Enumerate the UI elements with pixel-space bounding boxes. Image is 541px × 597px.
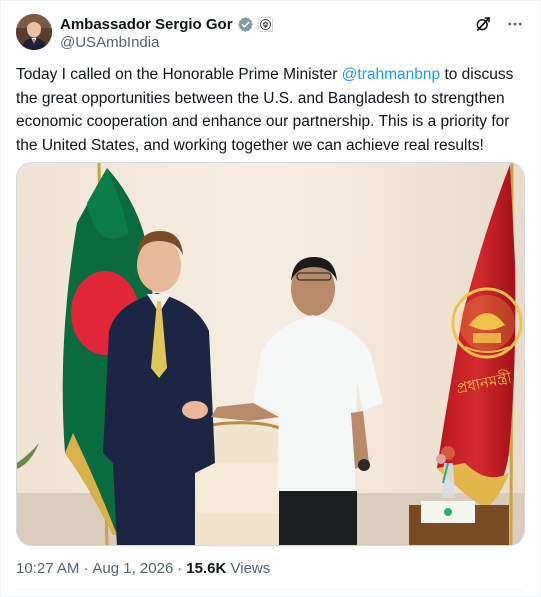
tweet-metadata: 10:27 AM · Aug 1, 2026 · 15.6K Views [16, 560, 270, 577]
tweet-photo[interactable]: প্রধানমন্ত্রী [16, 162, 525, 546]
tweet-date[interactable]: Aug 1, 2026 [92, 560, 173, 577]
avatar[interactable] [16, 14, 52, 50]
tweet-time[interactable]: 10:27 AM [16, 560, 79, 577]
meta-separator: · [83, 560, 89, 577]
tweet-card[interactable]: Ambassador Sergio Gor @USAmbIndia Today … [0, 0, 541, 597]
mention-link[interactable]: @trahmanbnp [342, 66, 440, 83]
government-affiliate-icon[interactable] [257, 16, 273, 32]
display-name[interactable]: Ambassador Sergio Gor [60, 16, 233, 33]
author-handle[interactable]: @USAmbIndia [60, 34, 159, 51]
verified-badge-icon[interactable] [237, 16, 254, 33]
views-label: Views [230, 560, 271, 577]
more-icon[interactable] [504, 13, 526, 35]
tweet-text: Today I called on the Honorable Prime Mi… [16, 63, 531, 157]
grok-icon[interactable] [472, 13, 494, 35]
divider [16, 589, 525, 590]
views-count: 15.6K [186, 560, 227, 577]
meta-separator: · [177, 560, 183, 577]
tweet-text-part: Today I called on the Honorable Prime Mi… [16, 66, 342, 83]
